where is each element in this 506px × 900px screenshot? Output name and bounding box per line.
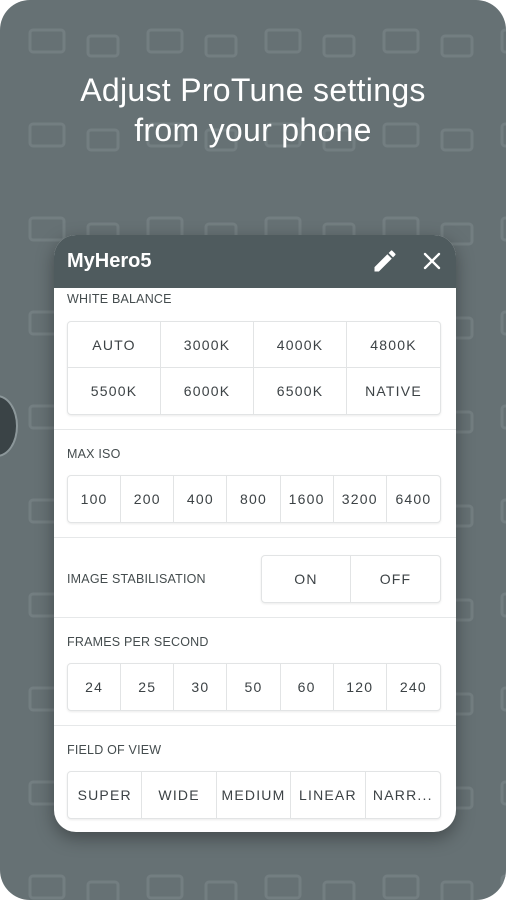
max-iso-option[interactable]: 3200 (334, 476, 387, 522)
close-icon[interactable] (418, 247, 446, 275)
headline-line-1: Adjust ProTune settings (80, 72, 426, 108)
frames-per-second-option[interactable]: 120 (334, 664, 387, 710)
divider (54, 429, 456, 430)
fps-label: FRAMES PER SECOND (67, 635, 209, 649)
white-balance-option[interactable]: 3000K (161, 322, 254, 368)
frames-per-second-option[interactable]: 24 (68, 664, 122, 710)
field-of-view-option[interactable]: WIDE (142, 772, 217, 818)
divider (54, 617, 456, 618)
frames-per-second-option[interactable]: 25 (121, 664, 175, 710)
frames-per-second-option[interactable]: 240 (387, 664, 440, 710)
max-iso-option[interactable]: 800 (227, 476, 281, 522)
image-stabilisation-toggle: ON OFF (261, 555, 441, 603)
max-iso-selector: 100 200 400 800 1600 3200 6400 (67, 475, 441, 523)
field-of-view-option[interactable]: NARR... (366, 772, 440, 818)
app-screen: Adjust ProTune settings from your phone … (0, 0, 506, 900)
field-of-view-selector: SUPER WIDE MEDIUM LINEAR NARR... (67, 771, 441, 819)
field-of-view-option[interactable]: SUPER (68, 772, 143, 818)
max-iso-option[interactable]: 400 (174, 476, 228, 522)
headline: Adjust ProTune settings from your phone (0, 70, 506, 150)
field-of-view-option[interactable]: LINEAR (291, 772, 366, 818)
max-iso-label: MAX ISO (67, 447, 121, 461)
image-stabilisation-option[interactable]: ON (262, 556, 351, 602)
image-stabilisation-option[interactable]: OFF (351, 556, 440, 602)
white-balance-option[interactable]: 4800K (347, 322, 440, 368)
white-balance-selector: AUTO 3000K 4000K 4800K 5500K 6000K 6500K NATIVE (67, 321, 441, 415)
headline-line-2: from your phone (134, 112, 372, 148)
divider (54, 537, 456, 538)
frames-per-second-option[interactable]: 30 (174, 664, 228, 710)
white-balance-option[interactable]: NATIVE (347, 368, 440, 414)
fps-selector: 24 25 30 50 60 120 240 (67, 663, 441, 711)
white-balance-option[interactable]: AUTO (68, 322, 161, 368)
white-balance-option[interactable]: 5500K (68, 368, 161, 414)
settings-card: MyHero5 WHITE BALANCE AUTO 3000K 4000K 4800… (54, 235, 456, 832)
divider (54, 725, 456, 726)
pencil-icon[interactable] (371, 247, 399, 275)
card-header: MyHero5 (54, 235, 456, 288)
field-of-view-label: FIELD OF VIEW (67, 743, 162, 757)
frames-per-second-option[interactable]: 50 (227, 664, 281, 710)
frames-per-second-option[interactable]: 60 (281, 664, 334, 710)
white-balance-label: WHITE BALANCE (67, 292, 172, 306)
max-iso-option[interactable]: 1600 (281, 476, 334, 522)
max-iso-option[interactable]: 100 (68, 476, 122, 522)
field-of-view-option[interactable]: MEDIUM (217, 772, 292, 818)
white-balance-option[interactable]: 6000K (161, 368, 254, 414)
white-balance-option[interactable]: 6500K (254, 368, 347, 414)
white-balance-option[interactable]: 4000K (254, 322, 347, 368)
image-stabilisation-label: IMAGE STABILISATION (67, 572, 206, 586)
max-iso-option[interactable]: 6400 (387, 476, 440, 522)
max-iso-option[interactable]: 200 (121, 476, 175, 522)
camera-name: MyHero5 (67, 250, 152, 272)
